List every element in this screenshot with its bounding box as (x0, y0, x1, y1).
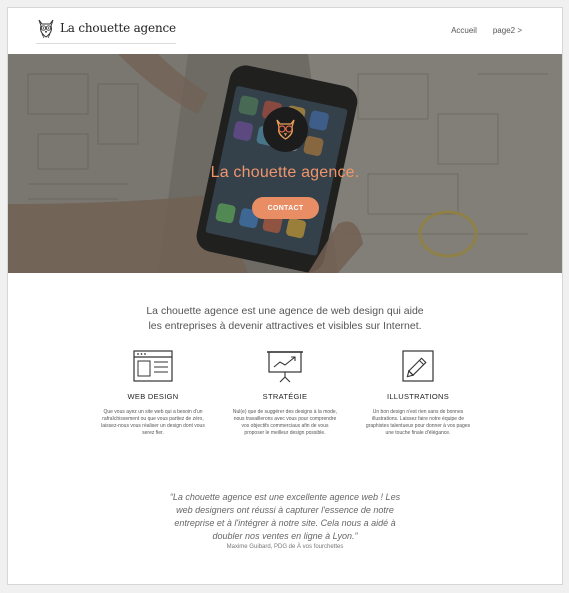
nav-item-accueil[interactable]: Accueil (451, 26, 477, 35)
intro-line-1: La chouette agence est une agence de web… (146, 305, 424, 317)
service-line: Un bon design n'est rien sans de bonnes (372, 409, 464, 415)
quote-line: “La chouette agence est une excellente a… (169, 492, 401, 502)
service-description: Nul(e) que de suggérer des designs à la … (226, 409, 344, 437)
service-strategy: STRATÉGIE Nul(e) que de suggérer des des… (226, 350, 344, 437)
service-line: graphistes talentueux pour donner à vos … (365, 423, 471, 429)
service-line: une touche finale d'élégance. (385, 430, 451, 436)
strategy-chart-icon (267, 351, 303, 383)
service-title: ILLUSTRATIONS (386, 392, 450, 401)
owl-logo-icon (38, 19, 54, 39)
testimonial-quote: “La chouette agence est une excellente a… (8, 491, 562, 543)
web-design-icon (133, 350, 173, 382)
intro-text: La chouette agence est une agence de web… (8, 304, 562, 334)
service-illustrations: ILLUSTRATIONS Un bon design n'est rien s… (359, 350, 477, 437)
testimonial-author: Maxime Guibard, PDG de À vos fourchettes (226, 544, 344, 550)
pencil-illustration-icon (402, 350, 434, 382)
hero-title: La chouette agence. (210, 164, 360, 181)
brand-name: La chouette agence (60, 21, 176, 35)
page: La chouette agence Accueil page2 > La ch… (7, 7, 563, 585)
owl-badge-icon (276, 119, 295, 140)
hero-owl-badge (263, 107, 308, 152)
service-line: illustrations. Laissez faire notre équip… (372, 416, 464, 422)
quote-line: entreprise et à l'intégrer à notre site.… (174, 518, 396, 528)
service-description: Un bon design n'est rien sans de bonnes … (359, 409, 477, 437)
service-line: nous travaillerons avec vous pour compre… (233, 416, 337, 422)
main-nav: Accueil page2 > (451, 26, 522, 35)
service-line: serez fier. (142, 430, 164, 436)
service-line: proposer le meilleur design possible. (244, 430, 326, 436)
service-title: STRATÉGIE (262, 392, 308, 401)
nav-item-page2[interactable]: page2 > (493, 26, 522, 35)
service-line: laissez-nous vous réaliser un design don… (101, 423, 205, 429)
service-line: vos objectifs commerciaux afin de vous (241, 423, 329, 429)
header: La chouette agence Accueil page2 > (8, 8, 562, 54)
service-web-design: WEB DESIGN Que vous ayez un site web qui… (94, 350, 212, 437)
contact-button[interactable]: CONTACT (252, 197, 319, 219)
intro-line-2: les entreprises à devenir attractives et… (148, 320, 422, 332)
hero-banner: La chouette agence. CONTACT (8, 54, 562, 273)
service-line: rafraîchissement ou que vous partiez de … (102, 416, 204, 422)
brand-logo[interactable]: La chouette agence (36, 16, 176, 44)
quote-line: web designers ont réussi à capturer l'es… (176, 505, 394, 515)
service-line: Nul(e) que de suggérer des designs à la … (232, 409, 338, 415)
service-title: WEB DESIGN (127, 392, 179, 401)
service-line: Que vous ayez un site web qui a besoin d… (103, 409, 203, 415)
service-description: Que vous ayez un site web qui a besoin d… (94, 409, 212, 437)
quote-line: doubler nos ventes en ligne à Lyon.” (212, 531, 358, 541)
